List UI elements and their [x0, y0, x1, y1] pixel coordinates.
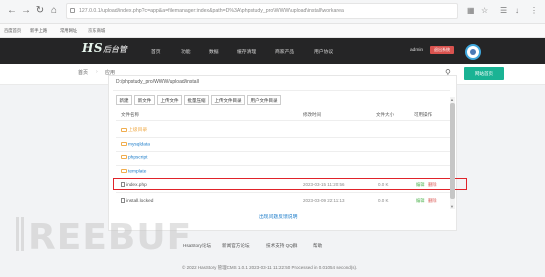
table-divider — [116, 120, 450, 121]
extension-icon[interactable]: ☰ — [500, 6, 507, 16]
menu-item-feature[interactable]: 功能 — [181, 48, 191, 55]
new-file-button[interactable]: 新文件 — [134, 95, 155, 105]
avatar[interactable] — [465, 44, 481, 60]
folder-icon — [121, 127, 127, 132]
shield-icon — [70, 8, 75, 13]
breadcrumb-separator: › — [96, 69, 98, 75]
download-icon[interactable]: ↓ — [515, 6, 519, 16]
breadcrumb-home[interactable]: 首页 — [78, 69, 88, 76]
forward-arrow-icon[interactable]: → — [20, 5, 32, 17]
menu-item-home[interactable]: 首页 — [151, 48, 161, 55]
folder-icon — [121, 155, 127, 159]
scroll-up-icon[interactable]: ▲ — [450, 97, 454, 102]
watermark: REEBUF — [28, 217, 193, 258]
highlight-box — [113, 178, 467, 190]
table-row[interactable]: install.locked — [121, 198, 153, 204]
table-divider — [116, 151, 450, 152]
translate-icon[interactable]: ▦ — [467, 6, 475, 16]
row-name: phpscript — [128, 155, 148, 161]
table-row[interactable]: template — [121, 169, 146, 175]
divider — [113, 90, 450, 91]
footer-link[interactable]: 新闻官方论坛 — [222, 243, 250, 249]
feedback-link[interactable]: 出现问题反馈说明 — [259, 213, 297, 220]
file-icon — [121, 198, 125, 203]
menu-icon[interactable]: ⋮ — [530, 6, 538, 16]
folder-icon — [121, 142, 127, 146]
row-name: 上级目录 — [128, 128, 148, 133]
star-icon[interactable]: ☆ — [481, 6, 488, 16]
batch-compress-button[interactable]: 批量压缩 — [184, 95, 209, 105]
upload-file-button[interactable]: 上传文件 — [157, 95, 182, 105]
bookmark-item[interactable]: 新手上路 — [30, 24, 47, 37]
site-home-button[interactable]: 网站首页 — [464, 67, 504, 80]
logo-subtitle: 后台管 — [103, 45, 127, 54]
menu-item-agreement[interactable]: 用户协议 — [314, 48, 333, 55]
logout-button[interactable]: 退出系统 — [430, 46, 454, 54]
table-row[interactable]: mysqldata — [121, 142, 150, 148]
scroll-down-icon[interactable]: ▼ — [450, 204, 454, 209]
table-divider — [116, 137, 450, 138]
table-row[interactable]: 上级目录 — [121, 126, 147, 133]
new-folder-button[interactable]: 新建 — [116, 95, 132, 105]
user-directory-button[interactable]: 用户文件目录 — [247, 95, 281, 105]
delete-link[interactable]: 删除 — [428, 198, 437, 204]
home-icon[interactable]: ⌂ — [48, 5, 60, 17]
menu-item-products[interactable]: 商家产品 — [275, 48, 294, 55]
username[interactable]: admin — [410, 48, 423, 53]
folder-icon — [121, 169, 127, 173]
bookmark-item[interactable]: 常用网址 — [60, 24, 77, 37]
row-time: 2023-03-09 22:11:13 — [303, 198, 345, 203]
edit-link[interactable]: 编辑 — [416, 198, 425, 204]
upload-directory-button[interactable]: 上传文件目录 — [211, 95, 245, 105]
row-name: mysqldata — [128, 142, 150, 148]
scrollbar-thumb[interactable] — [450, 103, 455, 199]
address-bar[interactable]: 127.0.0.1/upload/index.php?c=app&a=filem… — [66, 3, 458, 19]
column-header-size: 文件大小 — [376, 112, 394, 117]
column-header-actions: 可用操作 — [414, 112, 432, 117]
row-name: template — [128, 169, 147, 175]
current-path: D:/phpstudy_pro/WWW/upload/install — [116, 79, 199, 85]
copyright: © 2022 HasStory 管理CMS 1.0.1 2023-03-11 1… — [182, 265, 358, 270]
back-arrow-icon[interactable]: ← — [6, 5, 18, 17]
footer-link[interactable]: 帮助 — [313, 243, 322, 249]
row-size: 0.0 K — [378, 198, 389, 203]
table-divider — [116, 165, 450, 166]
bookmark-item[interactable]: 百度首页 — [4, 24, 21, 37]
logo[interactable]: HS — [82, 41, 103, 55]
reload-icon[interactable]: ↻ — [34, 5, 46, 17]
table-row[interactable]: phpscript — [121, 155, 147, 161]
watermark-logo — [16, 217, 24, 251]
bookmarks-bar: 百度首页 新手上路 常用网址 京东商城 — [0, 24, 545, 38]
bookmark-item[interactable]: 京东商城 — [88, 24, 105, 37]
column-header-name: 文件名称 — [121, 112, 139, 117]
row-name: install.locked — [126, 199, 154, 204]
table-divider — [116, 192, 450, 193]
menu-item-data[interactable]: 数据 — [209, 48, 219, 55]
column-header-time: 修改时间 — [303, 112, 321, 117]
menu-item-cache[interactable]: 缓存清理 — [237, 48, 256, 55]
footer-link[interactable]: 技术支持 QQ群 — [266, 243, 297, 249]
